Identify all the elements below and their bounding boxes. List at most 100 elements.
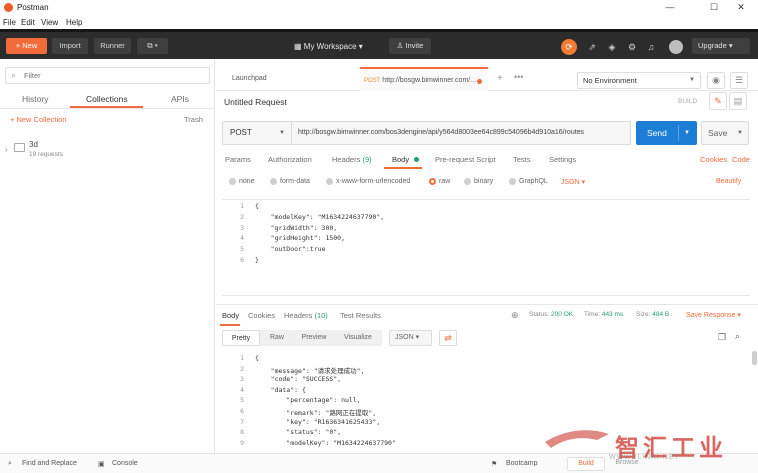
upgrade-button[interactable]: Upgrade ▾ — [692, 38, 750, 54]
pencil-icon[interactable]: ✎ — [709, 92, 727, 110]
tab-apis[interactable]: APIs — [171, 94, 189, 104]
heart-icon[interactable] — [646, 41, 658, 53]
capture-requests-icon[interactable]: ⇗ — [586, 41, 598, 53]
radio-urlencoded[interactable]: x-www-form-urlencoded — [326, 178, 410, 185]
copy-icon[interactable]: ❐ — [718, 332, 726, 343]
sync-icon[interactable]: ⟳ — [561, 39, 577, 55]
url-input[interactable]: http://bosgw.bimwinner.com/bos3dengine/a… — [292, 121, 631, 145]
globe-icon[interactable]: ⊕ — [511, 310, 519, 321]
body-format-select[interactable]: JSON ▾ — [561, 178, 585, 186]
search-icon[interactable]: ⌕ — [735, 331, 740, 342]
tab-authorization[interactable]: Authorization — [268, 155, 312, 164]
find-replace-button[interactable]: Find and Replace — [22, 460, 77, 467]
add-tab-button[interactable]: + — [497, 73, 503, 84]
send-button[interactable]: Send ▼ — [636, 121, 697, 145]
trash-link[interactable]: Trash — [184, 115, 203, 124]
avatar[interactable] — [669, 40, 683, 54]
find-replace-icon[interactable]: ⌕ — [8, 460, 12, 468]
manage-environments-icon[interactable]: ☰ — [730, 72, 748, 89]
filter-field[interactable]: ⌕ — [5, 67, 210, 84]
filter-input[interactable] — [24, 70, 204, 81]
tab-collections[interactable]: Collections — [86, 94, 128, 104]
save-response-button[interactable]: Save Response ▾ — [686, 311, 741, 319]
menu-file[interactable]: File — [3, 18, 16, 27]
code-line: "remark": "路网正在提取", — [255, 409, 377, 417]
radio-graphql[interactable]: GraphQL — [509, 178, 548, 185]
minimize-button[interactable]: — — [660, 2, 680, 13]
code-line: "code": "SUCCESS", — [255, 375, 342, 384]
browse-mode-button[interactable]: Browse — [606, 457, 648, 471]
response-tab-cookies[interactable]: Cookies — [248, 311, 275, 320]
tab-settings[interactable]: Settings — [549, 155, 576, 164]
environment-select[interactable]: No Environment ▼ — [577, 72, 701, 89]
radio-none[interactable]: none — [229, 178, 255, 185]
interceptor-icon[interactable]: ◈ — [606, 41, 618, 53]
radio-raw[interactable]: raw — [429, 178, 450, 185]
chevron-down-icon[interactable]: ▼ — [737, 122, 743, 144]
scrollbar[interactable] — [752, 351, 757, 365]
method-value: POST — [230, 128, 252, 137]
response-body-viewer[interactable]: 1 {2 "message": "请求处理成功", 3 "code": "SUCCE… — [222, 351, 757, 451]
beautify-link[interactable]: Beautify — [716, 178, 741, 185]
wrap-lines-icon[interactable]: ⇌ — [439, 330, 457, 346]
tab-post-request[interactable]: POST http://bosgw.bimwinner.com/... — [360, 67, 488, 91]
new-collection-button[interactable]: + New Collection — [10, 115, 66, 124]
new-button[interactable]: + New — [6, 38, 47, 54]
request-body-editor[interactable]: 1 {2 "modelKey": "M1634224637790", 3 "grid… — [222, 199, 750, 296]
more-tabs-button[interactable]: ••• — [514, 72, 523, 82]
build-label: BUILD — [678, 98, 698, 105]
chevron-down-icon[interactable]: ▼ — [684, 121, 690, 145]
tab-params[interactable]: Params — [225, 155, 251, 164]
tab-body[interactable]: Body — [392, 155, 409, 164]
save-button[interactable]: Save ▼ — [701, 121, 749, 145]
build-mode-button[interactable]: Build — [567, 457, 605, 471]
close-button[interactable]: ✕ — [731, 2, 751, 13]
radio-circle — [509, 178, 516, 185]
radio-label: x-www-form-urlencoded — [336, 178, 411, 185]
settings-icon[interactable]: ⚙ — [626, 41, 638, 53]
tab-history[interactable]: History — [22, 94, 48, 104]
code-line: "outDoor":true — [255, 245, 326, 254]
radio-label: GraphQL — [519, 178, 548, 185]
response-tab-body[interactable]: Body — [222, 311, 239, 320]
bootcamp-icon[interactable]: ⚑ — [491, 460, 497, 468]
response-tab-test-results[interactable]: Test Results — [340, 311, 381, 320]
postman-logo-icon — [4, 3, 13, 12]
console-button[interactable]: Console — [112, 460, 138, 467]
response-headers-label: Headers — [284, 311, 313, 320]
menu-edit[interactable]: Edit — [21, 18, 35, 27]
runner-button[interactable]: Runner — [94, 38, 131, 54]
environment-value: No Environment — [583, 76, 637, 85]
invite-button[interactable]: ♙ Invite — [389, 38, 431, 54]
tab-launchpad[interactable]: Launchpad — [222, 67, 360, 91]
bootcamp-button[interactable]: Bootcamp — [506, 460, 538, 467]
cookies-link[interactable]: Cookies — [700, 155, 727, 164]
workspace-selector[interactable]: ▦ My Workspace ▾ — [294, 42, 363, 51]
response-format-select[interactable]: JSON ▾ — [389, 330, 432, 346]
documentation-icon[interactable]: ▤ — [729, 92, 747, 110]
collection-item[interactable]: › 3d 19 requests — [0, 136, 214, 166]
folder-icon — [14, 143, 25, 152]
view-preview-button[interactable]: Preview — [296, 330, 332, 346]
view-raw-button[interactable]: Raw — [264, 330, 290, 346]
console-icon[interactable]: ▣ — [98, 460, 105, 468]
eye-icon[interactable]: ◉ — [707, 72, 725, 89]
tab-prerequest-script[interactable]: Pre-request Script — [435, 155, 495, 164]
view-pretty-button[interactable]: Pretty — [222, 330, 260, 346]
chevron-right-icon[interactable]: › — [5, 145, 8, 154]
tab-tests[interactable]: Tests — [513, 155, 531, 164]
menu-view[interactable]: View — [41, 18, 58, 27]
tab-headers[interactable]: Headers (9) — [332, 155, 372, 164]
menu-help[interactable]: Help — [66, 18, 82, 27]
new-window-button[interactable]: ⧉ ▾ — [137, 38, 168, 54]
maximize-button[interactable]: ☐ — [704, 2, 724, 13]
radio-binary[interactable]: binary — [464, 178, 493, 185]
import-button[interactable]: Import — [52, 38, 88, 54]
code-link[interactable]: Code — [732, 155, 750, 164]
radio-form-data[interactable]: form-data — [270, 178, 310, 185]
line-number: 2 — [240, 364, 244, 373]
method-select[interactable]: POST ▼ — [222, 121, 292, 145]
response-tab-headers[interactable]: Headers (10) — [284, 311, 328, 320]
window-title: Postman — [17, 3, 49, 12]
view-visualize-button[interactable]: Visualize — [338, 330, 378, 346]
